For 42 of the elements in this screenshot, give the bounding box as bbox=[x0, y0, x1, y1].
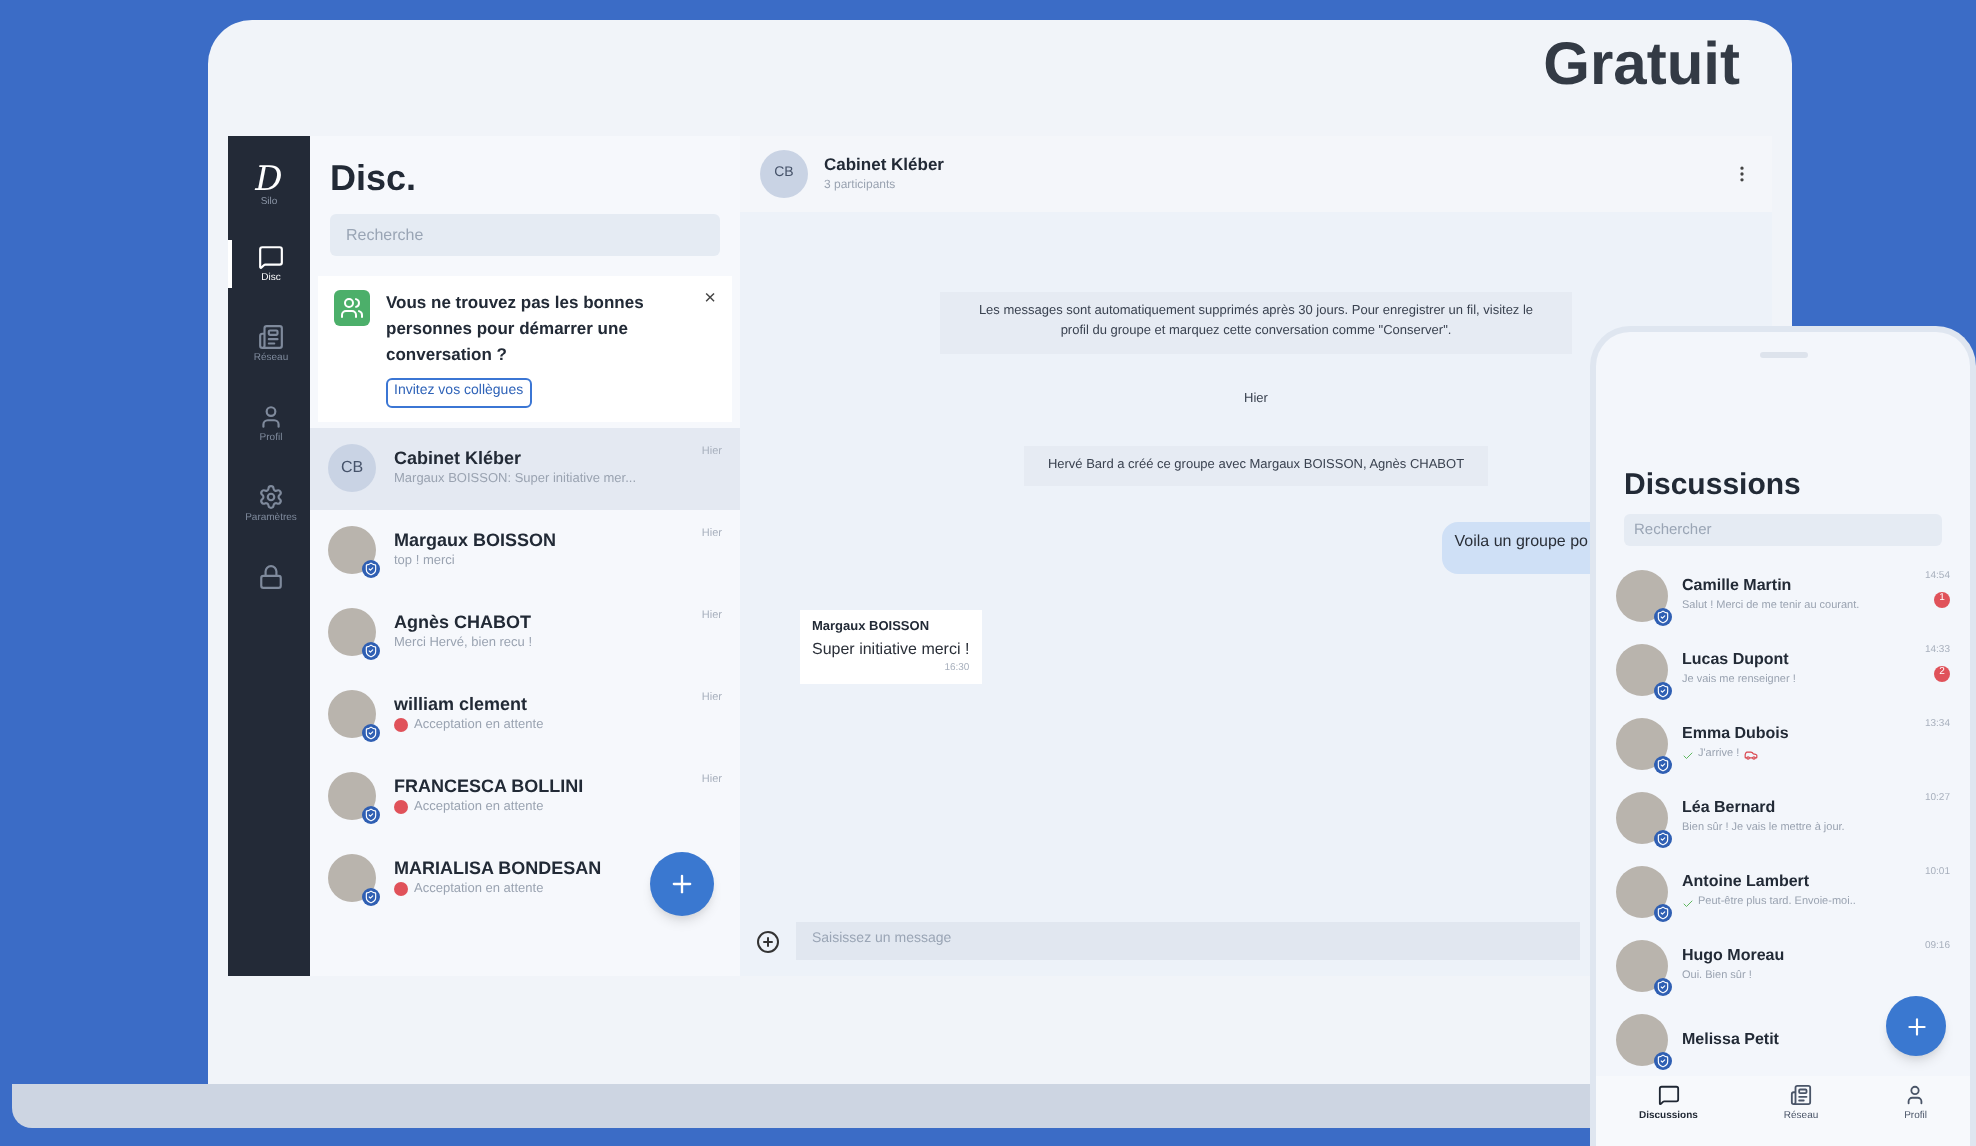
new-conversation-button[interactable] bbox=[1886, 996, 1946, 1056]
chat-icon bbox=[258, 244, 284, 270]
close-button[interactable]: × bbox=[704, 290, 716, 310]
add-icon[interactable] bbox=[756, 929, 780, 953]
phone-conversation-row[interactable]: Melissa Petit bbox=[1616, 1002, 1950, 1076]
new-conversation-button[interactable] bbox=[650, 852, 714, 916]
invite-text: Vous ne trouvez pas les bonnes personnes pour démarrer une conversation ? bbox=[386, 290, 646, 367]
headline: Gratuit bbox=[1543, 36, 1740, 102]
verified-badge-icon bbox=[362, 806, 380, 825]
avatar-initials: CB bbox=[328, 444, 376, 493]
verified-badge-icon bbox=[362, 560, 380, 579]
contact-name: MARIALISA BONDESAN bbox=[394, 857, 604, 880]
contact-name: Melissa Petit bbox=[1682, 1027, 1781, 1051]
person-icon bbox=[1904, 1084, 1927, 1106]
news-icon bbox=[258, 324, 284, 350]
contact-name: Camille Martin bbox=[1682, 574, 1794, 599]
person-icon bbox=[258, 404, 284, 430]
contact-name: Cabinet Kléber bbox=[394, 447, 524, 470]
news-icon bbox=[1790, 1084, 1812, 1106]
verified-badge-icon bbox=[362, 888, 380, 907]
app-logo: D bbox=[255, 164, 283, 198]
contact-name: Léa Bernard bbox=[1682, 796, 1778, 821]
message-text: Super initiative merci ! bbox=[812, 637, 970, 662]
lock-icon bbox=[258, 564, 284, 590]
contact-name: FRANCESCA BOLLINI bbox=[394, 775, 586, 798]
contact-name: Hugo Moreau bbox=[1682, 944, 1787, 969]
contact-name: Agnès CHABOT bbox=[394, 611, 534, 634]
phone-title: Discussions bbox=[1624, 470, 1803, 500]
verified-badge-icon bbox=[362, 724, 380, 743]
verified-badge-icon bbox=[362, 642, 380, 661]
plus-icon bbox=[1903, 1013, 1929, 1039]
list-title: Disc. bbox=[330, 160, 419, 196]
people-icon bbox=[334, 290, 370, 326]
contact-name: Margaux BOISSON bbox=[394, 529, 559, 552]
contact-name: Emma Dubois bbox=[1682, 722, 1791, 747]
plus-icon bbox=[668, 870, 696, 898]
contact-name: william clement bbox=[394, 693, 530, 716]
contact-name: Lucas Dupont bbox=[1682, 648, 1791, 673]
contact-name: Antoine Lambert bbox=[1682, 870, 1812, 895]
chat-title: Cabinet Kléber bbox=[824, 152, 946, 178]
gear-icon bbox=[258, 484, 284, 510]
chat-icon bbox=[1657, 1084, 1680, 1106]
